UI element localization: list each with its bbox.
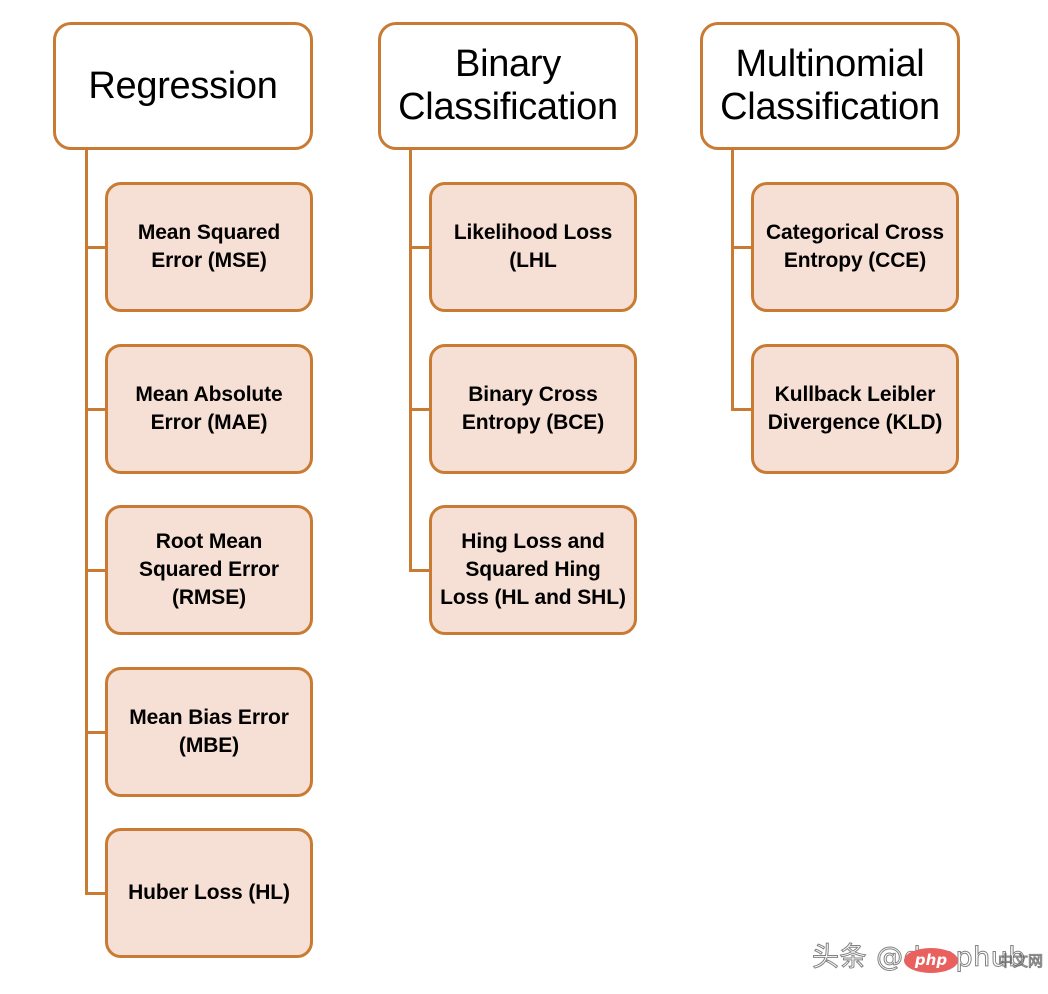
child-node-root-mean-squared-error-label: Root Mean Squared Error (RMSE)	[139, 530, 279, 609]
connector-stub-regression-4	[85, 731, 107, 734]
root-node-binary-classification[interactable]: Binary Classification	[378, 22, 638, 150]
connector-stub-regression-1	[85, 246, 107, 249]
child-node-mean-squared-error[interactable]: Mean Squared Error (MSE)	[105, 182, 313, 312]
connector-stub-regression-3	[85, 569, 107, 572]
connector-stub-regression-2	[85, 408, 107, 411]
child-node-hinge-loss-label: Hing Loss and Squared Hing Loss (HL and …	[440, 530, 626, 609]
child-node-mean-squared-error-label: Mean Squared Error (MSE)	[137, 221, 281, 272]
child-node-mean-absolute-error-label: Mean Absolute Error (MAE)	[135, 383, 283, 434]
child-node-kullback-leibler-divergence[interactable]: Kullback Leibler Divergence (KLD)	[751, 344, 959, 474]
child-node-mean-bias-error-label: Mean Bias Error (MBE)	[129, 706, 289, 757]
loss-function-taxonomy-diagram: Regression Mean Squared Error (MSE) Mean…	[0, 0, 1048, 994]
child-node-huber-loss[interactable]: Huber Loss (HL)	[105, 828, 313, 958]
connector-stub-regression-5	[85, 892, 107, 895]
watermark: 头条 @deephub php 中文网	[812, 938, 1044, 980]
root-node-regression[interactable]: Regression	[53, 22, 313, 150]
watermark-suffix: 中文网	[997, 952, 1044, 971]
child-node-likelihood-loss[interactable]: Likelihood Loss (LHL	[429, 182, 637, 312]
watermark-php-badge: php	[904, 948, 958, 973]
child-node-likelihood-loss-label: Likelihood Loss (LHL	[453, 221, 613, 272]
connector-stub-binary-3	[409, 569, 431, 572]
child-node-categorical-cross-entropy-label: Categorical Cross Entropy (CCE)	[765, 221, 945, 272]
root-node-multinomial-classification[interactable]: Multinomial Classification	[700, 22, 960, 150]
child-node-huber-loss-label: Huber Loss (HL)	[128, 881, 290, 905]
watermark-text: 头条 @deephub	[812, 942, 1026, 974]
connector-stub-binary-2	[409, 408, 431, 411]
child-node-root-mean-squared-error[interactable]: Root Mean Squared Error (RMSE)	[105, 505, 313, 635]
child-node-mean-absolute-error[interactable]: Mean Absolute Error (MAE)	[105, 344, 313, 474]
child-node-binary-cross-entropy[interactable]: Binary Cross Entropy (BCE)	[429, 344, 637, 474]
connector-stub-binary-1	[409, 246, 431, 249]
connector-stub-multinomial-1	[731, 246, 753, 249]
connector-trunk-binary	[409, 150, 412, 572]
child-node-binary-cross-entropy-label: Binary Cross Entropy (BCE)	[461, 383, 605, 434]
connector-trunk-regression	[85, 150, 88, 895]
root-node-regression-label: Regression	[88, 64, 278, 107]
child-node-categorical-cross-entropy[interactable]: Categorical Cross Entropy (CCE)	[751, 182, 959, 312]
child-node-kullback-leibler-divergence-label: Kullback Leibler Divergence (KLD)	[767, 383, 943, 434]
connector-trunk-multinomial	[731, 150, 734, 411]
connector-stub-multinomial-2	[731, 408, 753, 411]
child-node-hinge-loss[interactable]: Hing Loss and Squared Hing Loss (HL and …	[429, 505, 637, 635]
root-node-binary-classification-label: Binary Classification	[398, 43, 618, 128]
child-node-mean-bias-error[interactable]: Mean Bias Error (MBE)	[105, 667, 313, 797]
root-node-multinomial-classification-label: Multinomial Classification	[720, 43, 940, 128]
